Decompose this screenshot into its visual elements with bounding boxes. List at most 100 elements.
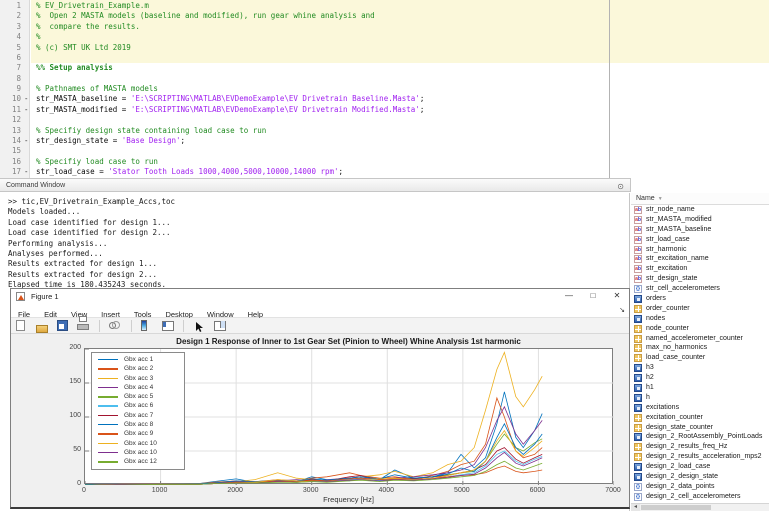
workspace-variable-row[interactable]: design_2_results_freq_Hz — [631, 442, 769, 452]
editor-line[interactable]: 4% — [0, 32, 769, 42]
line-number[interactable]: 14 — [0, 136, 21, 146]
line-number[interactable]: 8 — [0, 74, 21, 84]
line-number[interactable]: 4 — [0, 32, 21, 42]
legend-entry[interactable]: Gbx acc 5 — [92, 392, 184, 401]
workspace-variable-row[interactable]: h3 — [631, 363, 769, 373]
workspace-variable-row[interactable]: max_no_harmonics — [631, 343, 769, 353]
line-number[interactable]: 12 — [0, 115, 21, 125]
line-number[interactable]: 2 — [0, 11, 21, 21]
line-number[interactable]: 7 — [0, 63, 21, 73]
legend-entry[interactable]: Gbx acc 1 — [92, 355, 184, 364]
editor-line[interactable]: 10-str_MASTA_baseline = 'E:\SCRIPTING\MA… — [0, 94, 769, 104]
workspace-variable-row[interactable]: design_2_results_acceleration_mps2 — [631, 452, 769, 462]
workspace-variable-row[interactable]: excitations — [631, 403, 769, 413]
line-number[interactable]: 6 — [0, 53, 21, 63]
editor-line[interactable]: 3% compare the results. — [0, 22, 769, 32]
workspace-variable-row[interactable]: abstr_excitation — [631, 264, 769, 274]
workspace-variable-row[interactable]: nodes — [631, 314, 769, 324]
editor-line[interactable]: 5% (c) SMT UK Ltd 2019 — [0, 43, 769, 53]
editor-line[interactable]: 16% Specifiy load case to run — [0, 157, 769, 167]
new-figure-icon[interactable] — [16, 320, 28, 332]
editor-line[interactable]: 7%% Setup analysis — [0, 63, 769, 73]
workspace-variable-row[interactable]: abstr_MASTA_modified — [631, 215, 769, 225]
dock-figure-icon[interactable]: ↘ — [619, 304, 625, 318]
workspace-variable-row[interactable]: excitation_counter — [631, 413, 769, 423]
workspace-variable-row[interactable]: abstr_load_case — [631, 235, 769, 245]
workspace-variable-row[interactable]: abstr_node_name — [631, 205, 769, 215]
line-number[interactable]: 15 — [0, 146, 21, 156]
scroll-left-icon[interactable]: ◂ — [631, 504, 640, 511]
minimize-button[interactable]: — — [557, 289, 581, 304]
editor-line[interactable]: 15 — [0, 146, 769, 156]
executable-line-marker[interactable]: - — [24, 167, 29, 177]
edit-plot-icon[interactable] — [194, 320, 206, 332]
line-number[interactable]: 10 — [0, 94, 21, 104]
workspace-variable-row[interactable]: abstr_design_state — [631, 274, 769, 284]
line-number[interactable]: 5 — [0, 43, 21, 53]
workspace-variable-row[interactable]: design_2_load_case — [631, 462, 769, 472]
workspace-variable-row[interactable]: design_2_RootAssembly_PointLoads — [631, 432, 769, 442]
editor-line[interactable]: 2% Open 2 MASTA models (baseline and mod… — [0, 11, 769, 21]
legend-entry[interactable]: Gbx acc 10 — [92, 439, 184, 448]
legend-entry[interactable]: Gbx acc 6 — [92, 401, 184, 410]
legend-entry[interactable]: Gbx acc 4 — [92, 383, 184, 392]
workspace-variable-row[interactable]: node_counter — [631, 324, 769, 334]
maximize-button[interactable]: □ — [581, 289, 605, 304]
editor-line[interactable]: 13% Specifiy design state containing loa… — [0, 126, 769, 136]
editor-line[interactable]: 8 — [0, 74, 769, 84]
editor-pane[interactable]: 1% EV_Drivetrain_Example.m2% Open 2 MAST… — [0, 0, 769, 178]
editor-code-lines[interactable]: 1% EV_Drivetrain_Example.m2% Open 2 MAST… — [0, 1, 769, 177]
link-plot-icon[interactable] — [109, 320, 121, 332]
editor-line[interactable]: 1% EV_Drivetrain_Example.m — [0, 1, 769, 11]
workspace-variable-row[interactable]: design_2_design_state — [631, 472, 769, 482]
open-file-icon[interactable] — [36, 320, 48, 332]
legend-entry[interactable]: Gbx acc 8 — [92, 420, 184, 429]
workspace-variable-row[interactable]: {}design_2_cell_accelerometers — [631, 492, 769, 502]
editor-line[interactable]: 11-str_MASTA_modified = 'E:\SCRIPTING\MA… — [0, 105, 769, 115]
line-number[interactable]: 16 — [0, 157, 21, 167]
executable-line-marker[interactable]: - — [24, 105, 29, 115]
executable-line-marker[interactable]: - — [24, 136, 29, 146]
workspace-variable-row[interactable]: abstr_MASTA_baseline — [631, 225, 769, 235]
workspace-variable-row[interactable]: h2 — [631, 373, 769, 383]
workspace-variable-list[interactable]: abstr_node_nameabstr_MASTA_modifiedabstr… — [631, 205, 769, 503]
line-number[interactable]: 11 — [0, 105, 21, 115]
workspace-horizontal-scrollbar[interactable]: ◂ — [631, 503, 769, 511]
workspace-variable-row[interactable]: load_case_counter — [631, 353, 769, 363]
editor-line[interactable]: 14-str_design_state = 'Base Design'; — [0, 136, 769, 146]
figure-titlebar[interactable]: Figure 1 — □ ✕ — [11, 289, 629, 304]
editor-line[interactable]: 17-str_load_case = 'Stator Tooth Loads 1… — [0, 167, 769, 177]
save-figure-icon[interactable] — [57, 320, 69, 332]
line-number[interactable]: 17 — [0, 167, 21, 177]
workspace-variable-row[interactable]: design_state_counter — [631, 423, 769, 433]
legend-entry[interactable]: Gbx acc 9 — [92, 429, 184, 438]
line-number[interactable]: 13 — [0, 126, 21, 136]
legend-entry[interactable]: Gbx acc 7 — [92, 411, 184, 420]
editor-line[interactable]: 9% Pathnames of MASTA models — [0, 84, 769, 94]
workspace-variable-row[interactable]: {}design_2_data_points — [631, 482, 769, 492]
workspace-variable-row[interactable]: abstr_harmonic — [631, 245, 769, 255]
legend-entry[interactable]: Gbx acc 3 — [92, 374, 184, 383]
editor-line[interactable]: 12 — [0, 115, 769, 125]
workspace-variable-row[interactable]: abstr_excitation_name — [631, 254, 769, 264]
panel-menu-icon[interactable]: ⊙ — [617, 180, 624, 193]
legend-entry[interactable]: Gbx acc 2 — [92, 364, 184, 373]
workspace-variable-row[interactable]: orders — [631, 294, 769, 304]
command-window-header[interactable]: Command Window ⊙ — [0, 178, 631, 192]
line-number[interactable]: 1 — [0, 1, 21, 11]
legend-entry[interactable]: Gbx acc 10 — [92, 448, 184, 457]
workspace-variable-row[interactable]: h1 — [631, 383, 769, 393]
line-number[interactable]: 9 — [0, 84, 21, 94]
scrollbar-thumb[interactable] — [641, 505, 711, 510]
insert-colorbar-icon[interactable] — [141, 320, 153, 332]
workspace-variable-row[interactable]: order_counter — [631, 304, 769, 314]
workspace-variable-row[interactable]: named_accelerometer_counter — [631, 334, 769, 344]
workspace-variable-row[interactable]: h — [631, 393, 769, 403]
line-number[interactable]: 3 — [0, 22, 21, 32]
executable-line-marker[interactable]: - — [24, 94, 29, 104]
plot-tools-icon[interactable] — [214, 320, 226, 332]
chart-legend[interactable]: Gbx acc 1Gbx acc 2Gbx acc 3Gbx acc 4Gbx … — [91, 352, 185, 470]
insert-legend-icon[interactable] — [162, 320, 174, 332]
print-figure-icon[interactable] — [77, 320, 89, 332]
close-button[interactable]: ✕ — [605, 289, 629, 304]
